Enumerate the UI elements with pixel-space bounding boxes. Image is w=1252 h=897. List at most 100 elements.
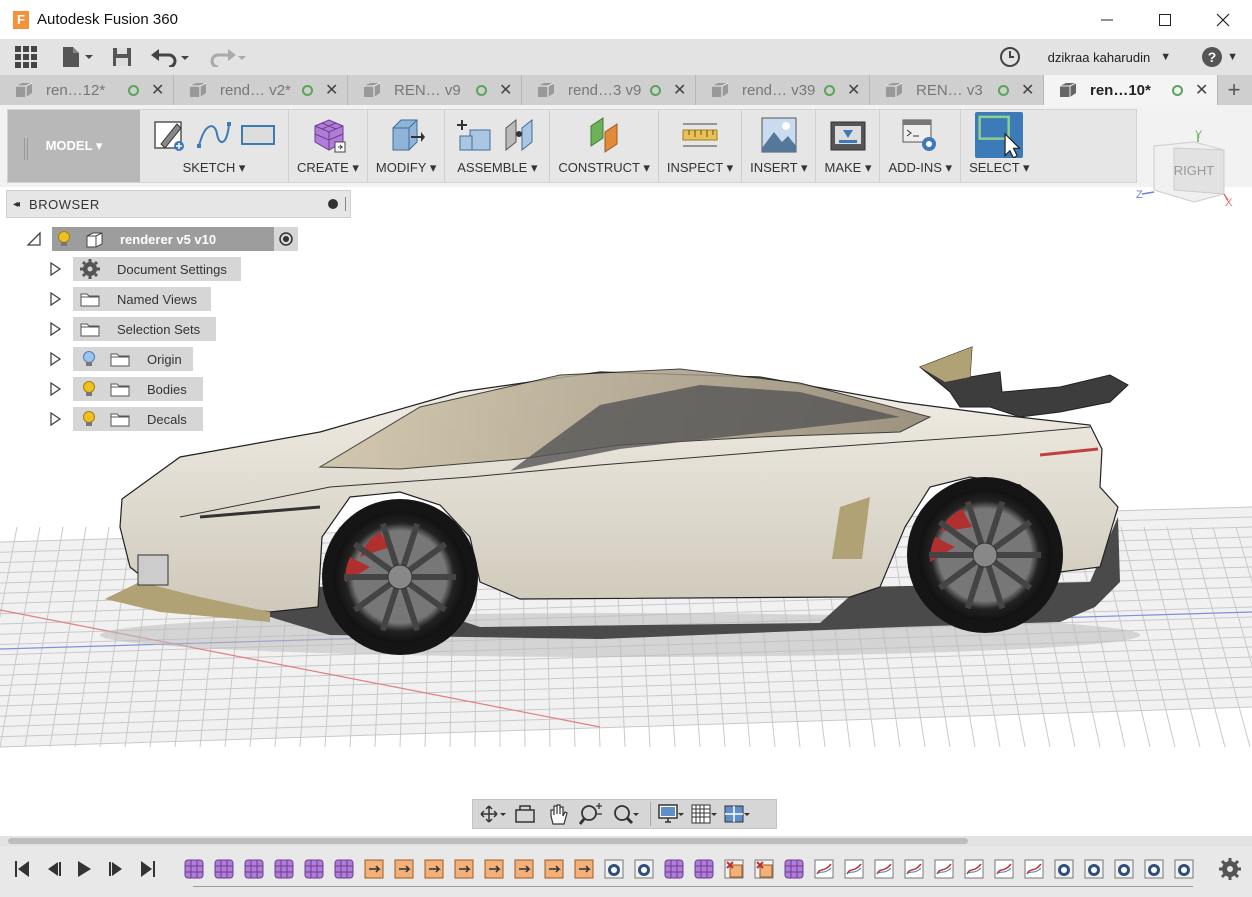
expand-triangle-icon[interactable] — [48, 351, 62, 367]
new-component-icon[interactable] — [456, 116, 494, 154]
3d-print-icon[interactable] — [829, 116, 867, 154]
sketch-feature-icon[interactable] — [994, 859, 1014, 879]
browser-item[interactable]: Decals — [48, 407, 203, 431]
lightbulb-icon[interactable] — [81, 350, 97, 368]
file-menu-button[interactable] — [52, 39, 102, 75]
workspace-switcher[interactable]: MODEL ▾ — [8, 110, 140, 182]
tab-close-icon[interactable]: ✕ — [325, 80, 338, 100]
timeline-settings-gear-icon[interactable] — [1218, 857, 1242, 881]
decal-feature-icon[interactable] — [724, 859, 744, 879]
document-tab[interactable]: ren…10* ✕ — [1044, 75, 1218, 105]
close-window-button[interactable] — [1194, 0, 1252, 39]
user-account-button[interactable]: dzikraa kaharudin ▼ — [1022, 50, 1202, 65]
root-node[interactable]: renderer v5 v10 — [52, 227, 274, 251]
spline-icon[interactable] — [195, 116, 233, 154]
document-tab[interactable]: rend… v2* ✕ — [174, 75, 348, 105]
tab-close-icon[interactable]: ✕ — [1195, 80, 1208, 100]
body-feature-icon[interactable] — [634, 859, 654, 879]
front-wheel[interactable] — [322, 499, 478, 655]
play-icon[interactable] — [72, 857, 96, 881]
modify-menu[interactable]: MODIFY ▾ — [376, 160, 436, 176]
make-menu[interactable]: MAKE ▾ — [824, 160, 871, 176]
addins-menu[interactable]: ADD-INS ▾ — [888, 160, 952, 176]
create-menu[interactable]: CREATE ▾ — [297, 160, 359, 176]
zoom-window-icon[interactable] — [611, 802, 639, 826]
expand-triangle-icon[interactable] — [48, 381, 62, 397]
undo-button[interactable] — [142, 39, 202, 75]
insert-menu[interactable]: INSERT ▾ — [750, 160, 807, 176]
document-tab[interactable]: ren…12* ✕ — [0, 75, 174, 105]
assemble-menu[interactable]: ASSEMBLE ▾ — [457, 160, 537, 176]
move-feature-icon[interactable] — [484, 859, 504, 879]
offset-plane-icon[interactable] — [585, 116, 623, 154]
body-feature-icon[interactable] — [1084, 859, 1104, 879]
scripts-addins-icon[interactable] — [901, 116, 939, 154]
body-feature-icon[interactable] — [1144, 859, 1164, 879]
inspect-menu[interactable]: INSPECT ▾ — [667, 160, 733, 176]
body-feature-icon[interactable] — [1114, 859, 1134, 879]
browser-item-box[interactable]: Decals — [73, 407, 203, 431]
new-tab-button[interactable]: + — [1218, 75, 1250, 105]
maximize-button[interactable] — [1136, 0, 1194, 39]
sketch-feature-icon[interactable] — [814, 859, 834, 879]
car-model-scene[interactable] — [0, 187, 1252, 837]
browser-item-box[interactable]: Named Views — [73, 287, 211, 311]
step-back-icon[interactable] — [42, 857, 66, 881]
look-at-icon[interactable] — [512, 802, 540, 826]
canvas-viewport[interactable] — [0, 187, 1252, 837]
expand-triangle-icon[interactable] — [48, 321, 62, 337]
select-icon[interactable] — [975, 112, 1024, 158]
form-feature-icon[interactable] — [274, 859, 294, 879]
sketch-feature-icon[interactable] — [964, 859, 984, 879]
document-tab[interactable]: rend…3 v9 ✕ — [522, 75, 696, 105]
tab-close-icon[interactable]: ✕ — [673, 80, 686, 100]
browser-root[interactable]: renderer v5 v10 — [26, 227, 298, 251]
joint-icon[interactable] — [500, 116, 538, 154]
help-button[interactable]: ? ▼ — [1201, 46, 1238, 68]
browser-item-box[interactable]: Origin — [73, 347, 193, 371]
orbit-icon[interactable] — [479, 802, 507, 826]
horizontal-scrollbar[interactable] — [0, 836, 1252, 846]
browser-item[interactable]: Named Views — [48, 287, 211, 311]
browser-item[interactable]: Origin — [48, 347, 193, 371]
browser-item-box[interactable]: Document Settings — [73, 257, 241, 281]
job-status-button[interactable] — [998, 39, 1022, 75]
document-tab[interactable]: REN… v3 ✕ — [870, 75, 1044, 105]
create-form-icon[interactable] — [309, 116, 347, 154]
lightbulb-icon[interactable] — [81, 380, 97, 398]
rectangle-icon[interactable] — [239, 116, 277, 154]
form-feature-icon[interactable] — [184, 859, 204, 879]
expand-triangle-icon[interactable] — [48, 261, 62, 277]
form-feature-icon[interactable] — [334, 859, 354, 879]
browser-collapse-icon[interactable]: ◂◂ — [13, 199, 20, 210]
expand-triangle-icon[interactable] — [48, 411, 62, 427]
move-feature-icon[interactable] — [364, 859, 384, 879]
form-feature-icon[interactable] — [784, 859, 804, 879]
move-feature-icon[interactable] — [454, 859, 474, 879]
step-forward-icon[interactable] — [104, 857, 128, 881]
tab-close-icon[interactable]: ✕ — [1021, 80, 1034, 100]
grid-settings-icon[interactable] — [690, 802, 718, 826]
browser-item[interactable]: Selection Sets — [48, 317, 216, 341]
press-pull-icon[interactable] — [387, 116, 426, 154]
rear-wheel[interactable] — [907, 477, 1063, 633]
sketch-feature-icon[interactable] — [934, 859, 954, 879]
form-feature-icon[interactable] — [304, 859, 324, 879]
form-feature-icon[interactable] — [244, 859, 264, 879]
collapse-triangle-icon[interactable] — [26, 231, 42, 247]
pan-hand-icon[interactable] — [545, 802, 573, 826]
zoom-icon[interactable] — [578, 802, 606, 826]
sketch-feature-icon[interactable] — [904, 859, 924, 879]
view-cube[interactable]: RIGHT Y Z X — [1136, 128, 1236, 209]
browser-item-box[interactable]: Selection Sets — [73, 317, 216, 341]
document-tab[interactable]: REN… v9 ✕ — [348, 75, 522, 105]
create-sketch-icon[interactable] — [151, 116, 189, 154]
viewports-icon[interactable] — [723, 802, 751, 826]
form-feature-icon[interactable] — [694, 859, 714, 879]
move-feature-icon[interactable] — [394, 859, 414, 879]
body-feature-icon[interactable] — [604, 859, 624, 879]
move-feature-icon[interactable] — [424, 859, 444, 879]
radio-activate-icon[interactable] — [274, 227, 298, 251]
browser-item[interactable]: Bodies — [48, 377, 203, 401]
body-feature-icon[interactable] — [1054, 859, 1074, 879]
